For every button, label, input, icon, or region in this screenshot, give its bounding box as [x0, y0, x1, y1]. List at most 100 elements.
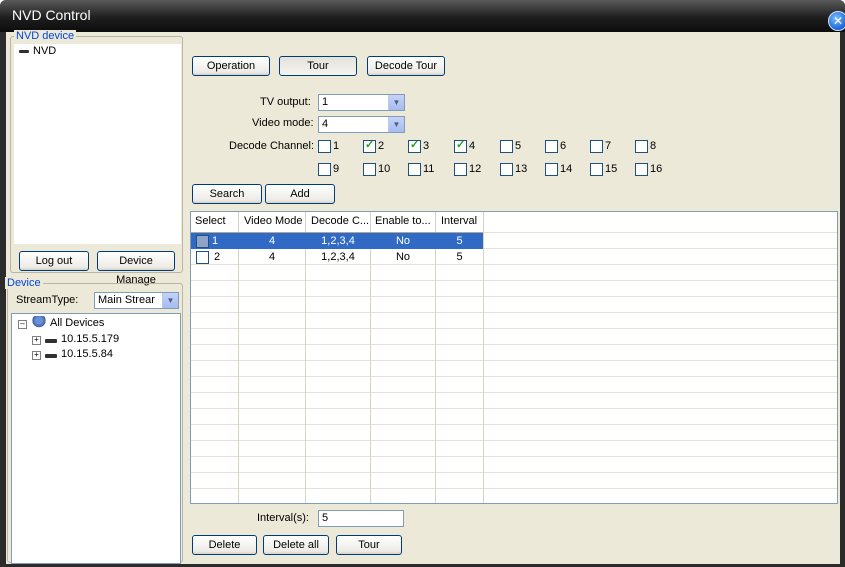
column-header[interactable]: Interval: [441, 215, 477, 227]
row-select-checkbox[interactable]: [196, 251, 209, 264]
tab-tour[interactable]: Tour: [279, 56, 357, 76]
chevron-down-icon[interactable]: ▼: [388, 117, 404, 132]
nvd-control-window: NVD Control ✕ NVD device NVD Log out Dev…: [0, 0, 845, 567]
channel-label: 4: [469, 140, 476, 152]
channel-15-checkbox[interactable]: [590, 163, 603, 176]
column-header[interactable]: Decode C...: [311, 215, 369, 227]
device-icon: [19, 50, 29, 53]
column-header[interactable]: Video Mode: [244, 215, 303, 227]
channel-3-checkbox[interactable]: [408, 138, 421, 153]
channel-16-checkbox[interactable]: [635, 163, 648, 176]
row-enable: No: [395, 235, 411, 247]
row-select-checkbox[interactable]: [196, 235, 209, 248]
device-icon: [45, 339, 57, 343]
window-title: NVD Control: [12, 7, 91, 23]
row-decode: 1,2,3,4: [321, 235, 355, 247]
device-tree[interactable]: – All Devices + 10.15.5.179 + 10.15.5.84: [11, 313, 181, 564]
stream-type-value: Main Strear: [98, 294, 155, 306]
channel-label: 5: [515, 140, 522, 152]
column-header[interactable]: Enable to...: [375, 215, 431, 227]
tour-button[interactable]: Tour: [336, 535, 402, 555]
video-mode-value: 4: [322, 118, 329, 130]
device-manage-button[interactable]: Device Manage: [97, 251, 175, 286]
tab-operation[interactable]: Operation: [192, 56, 270, 76]
row-interval: 5: [456, 251, 463, 263]
channel-label: 14: [560, 163, 573, 175]
channel-11-checkbox[interactable]: [408, 163, 421, 176]
channel-label: 15: [605, 163, 618, 175]
interval-input[interactable]: 5: [318, 510, 404, 527]
video-mode-select[interactable]: 4 ▼: [318, 116, 405, 133]
expand-icon[interactable]: +: [32, 351, 41, 360]
table-row[interactable]: 2 4 1,2,3,4 No 5: [191, 249, 483, 265]
search-button[interactable]: Search: [192, 184, 262, 204]
column-header[interactable]: Select: [195, 215, 226, 227]
channel-label: 16: [650, 163, 663, 175]
channel-7-checkbox[interactable]: [590, 140, 603, 153]
channel-5-checkbox[interactable]: [500, 140, 513, 153]
row-decode: 1,2,3,4: [321, 251, 355, 263]
table-header: Select Video Mode Decode C... Enable to.…: [191, 212, 483, 233]
add-button[interactable]: Add: [265, 184, 335, 204]
delete-button[interactable]: Delete: [192, 535, 257, 555]
channel-label: 11: [423, 163, 435, 175]
interval-value: 5: [322, 512, 329, 524]
device-group-label: Device: [5, 277, 43, 289]
expand-icon[interactable]: +: [32, 336, 41, 345]
channel-label: 6: [560, 140, 567, 152]
decode-channel-label: Decode Channel:: [229, 140, 315, 152]
row-enable: No: [395, 251, 411, 263]
close-icon[interactable]: ✕: [828, 11, 845, 31]
channel-4-checkbox[interactable]: [454, 138, 467, 153]
title-bar[interactable]: NVD Control ✕: [0, 0, 845, 32]
channel-label: 9: [333, 163, 340, 175]
row-video-mode: 4: [268, 251, 276, 263]
row-interval: 5: [456, 235, 463, 247]
delete-all-button[interactable]: Delete all: [263, 535, 329, 555]
channel-label: 13: [515, 163, 528, 175]
list-item-label: NVD: [33, 45, 57, 57]
tab-decode-tour[interactable]: Decode Tour: [367, 56, 445, 76]
tour-table[interactable]: Select Video Mode Decode C... Enable to.…: [190, 211, 838, 504]
channel-6-checkbox[interactable]: [545, 140, 558, 153]
log-out-button[interactable]: Log out: [19, 251, 89, 271]
channel-label: 10: [378, 163, 391, 175]
all-devices-icon: [32, 316, 46, 329]
channel-8-checkbox[interactable]: [635, 140, 648, 153]
stream-type-select[interactable]: Main Strear ▼: [94, 292, 179, 309]
tv-output-value: 1: [322, 96, 329, 108]
channel-label: 12: [469, 163, 482, 175]
row-video-mode: 4: [268, 235, 276, 247]
channel-label: 8: [650, 140, 657, 152]
channel-12-checkbox[interactable]: [454, 163, 467, 176]
tree-item-device[interactable]: 10.15.5.179: [61, 333, 119, 345]
channel-10-checkbox[interactable]: [363, 163, 376, 176]
collapse-icon[interactable]: –: [18, 320, 27, 329]
tv-output-label: TV output:: [260, 96, 311, 108]
channel-label: 3: [423, 140, 430, 152]
nvd-device-list[interactable]: NVD: [13, 43, 182, 245]
channel-label: 1: [333, 140, 340, 152]
row-select-value: 1: [212, 235, 219, 247]
chevron-down-icon[interactable]: ▼: [388, 95, 404, 110]
channel-2-checkbox[interactable]: [363, 138, 376, 153]
channel-14-checkbox[interactable]: [545, 163, 558, 176]
channel-1-checkbox[interactable]: [318, 140, 331, 153]
row-select-value: 2: [214, 251, 221, 263]
tv-output-select[interactable]: 1 ▼: [318, 94, 405, 111]
table-row[interactable]: 1 4 1,2,3,4 No 5: [191, 233, 483, 249]
channel-9-checkbox[interactable]: [318, 163, 331, 176]
client-area: NVD device NVD Log out Device Manage Dev…: [5, 30, 840, 564]
chevron-down-icon[interactable]: ▼: [162, 293, 178, 308]
video-mode-label: Video mode:: [252, 117, 314, 129]
interval-label: Interval(s):: [257, 512, 309, 524]
device-icon: [45, 354, 57, 358]
channel-label: 2: [378, 140, 385, 152]
nvd-device-group-label: NVD device: [14, 30, 77, 42]
tree-root-label[interactable]: All Devices: [50, 317, 104, 329]
list-item-nvd[interactable]: NVD: [14, 44, 181, 60]
stream-type-label: StreamType:: [16, 294, 79, 306]
tree-item-device[interactable]: 10.15.5.84: [61, 348, 113, 360]
channel-13-checkbox[interactable]: [500, 163, 513, 176]
channel-label: 7: [605, 140, 612, 152]
